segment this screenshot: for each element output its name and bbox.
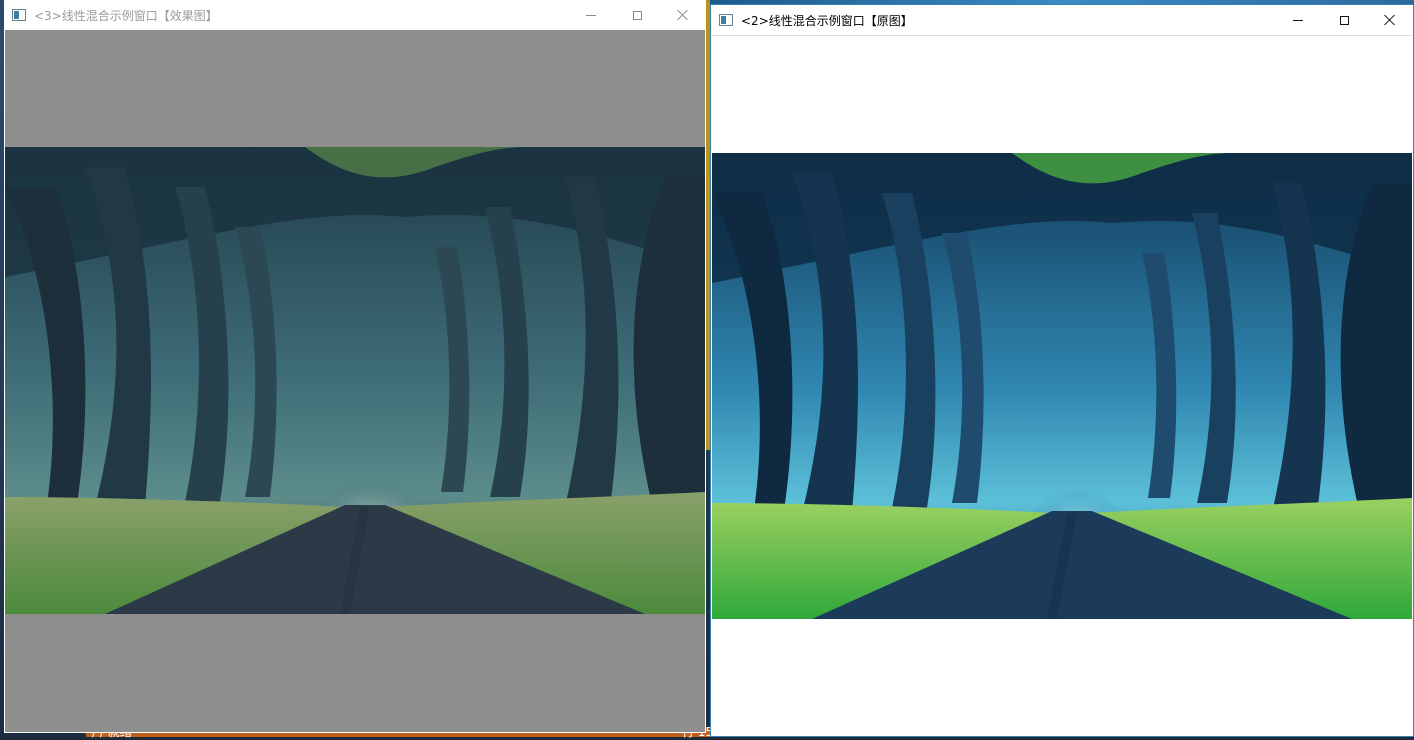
- original-image: [712, 153, 1412, 619]
- maximize-button[interactable]: [1321, 5, 1367, 35]
- close-icon: [1384, 14, 1396, 26]
- maximize-icon: [1339, 15, 1349, 25]
- minimize-button[interactable]: [1275, 5, 1321, 35]
- minimize-icon: [586, 14, 596, 16]
- close-icon: [677, 9, 689, 21]
- window-original[interactable]: <2>线性混合示例窗口【原图】: [710, 4, 1414, 737]
- app-icon[interactable]: [12, 9, 26, 21]
- close-button[interactable]: [1367, 5, 1413, 35]
- window-controls: [1275, 5, 1413, 35]
- title-bar[interactable]: <3>线性混合示例窗口【效果图】: [4, 0, 706, 30]
- app-icon[interactable]: [719, 14, 733, 26]
- window-controls: [568, 0, 706, 30]
- image-canvas: [5, 30, 705, 732]
- minimize-button[interactable]: [568, 0, 614, 30]
- minimize-icon: [1293, 19, 1303, 21]
- blended-image: [5, 147, 705, 614]
- window-title: <2>线性混合示例窗口【原图】: [741, 13, 913, 28]
- title-bar[interactable]: <2>线性混合示例窗口【原图】: [711, 5, 1413, 35]
- forest-road-image: [5, 147, 705, 614]
- forest-road-image: [712, 153, 1412, 619]
- maximize-button[interactable]: [614, 0, 660, 30]
- window-title: <3>线性混合示例窗口【效果图】: [34, 8, 218, 23]
- close-button[interactable]: [660, 0, 706, 30]
- image-canvas: [712, 35, 1412, 736]
- maximize-icon: [632, 10, 642, 20]
- window-blend-effect[interactable]: <3>线性混合示例窗口【效果图】: [4, 0, 706, 733]
